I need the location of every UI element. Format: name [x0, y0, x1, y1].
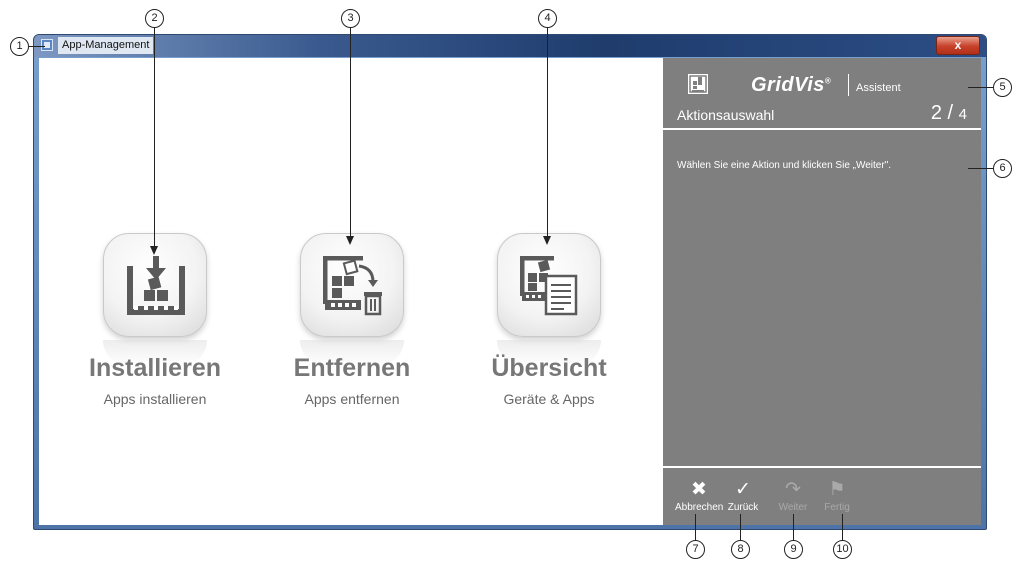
- header-divider: [663, 128, 981, 130]
- callout-5-line: [968, 87, 993, 88]
- callout-4-line: [547, 28, 548, 238]
- callout-7-line: [695, 514, 696, 540]
- footer-divider: [663, 466, 981, 468]
- callout-10-line: [842, 514, 843, 540]
- install-icon: [127, 256, 185, 315]
- overview-title[interactable]: Übersicht: [449, 354, 649, 383]
- step-current: 2: [930, 102, 942, 124]
- callout-3-arrowhead: [346, 236, 354, 245]
- brand-subtitle: Assistent: [856, 82, 901, 94]
- callout-6: 6: [993, 159, 1012, 178]
- title-bar[interactable]: App-Management x: [34, 35, 986, 57]
- callout-2-arrowhead: [150, 246, 158, 255]
- install-subtitle: Apps installieren: [103, 391, 207, 407]
- callout-7: 7: [686, 540, 705, 559]
- back-label: Zurück: [727, 502, 759, 513]
- finish-icon: ⚑: [828, 479, 846, 500]
- callout-6-line: [968, 168, 993, 169]
- remove-title[interactable]: Entfernen: [252, 354, 452, 383]
- next-button[interactable]: ↷ Weiter: [769, 478, 817, 513]
- callout-9: 9: [784, 540, 803, 559]
- brand-name: GridVis®: [751, 74, 831, 97]
- callout-8: 8: [731, 540, 750, 559]
- brand-separator: [848, 74, 849, 96]
- step-counter: 2 / 4: [930, 102, 967, 124]
- finish-button[interactable]: ⚑ Fertig: [813, 478, 861, 513]
- next-label: Weiter: [778, 502, 808, 513]
- gridvis-logo-icon: [688, 74, 708, 94]
- callout-3: 3: [341, 9, 360, 28]
- step-name: Aktionsauswahl: [677, 107, 775, 123]
- cancel-button[interactable]: ✖ Abbrechen: [675, 478, 723, 513]
- callout-5: 5: [993, 78, 1012, 97]
- cancel-label: Abbrechen: [675, 502, 724, 513]
- finish-label: Fertig: [824, 502, 850, 513]
- callout-9-line: [793, 514, 794, 540]
- back-button[interactable]: ✓ Zurück: [719, 478, 767, 513]
- window-content: Installieren Apps installieren Entfernen…: [39, 58, 981, 525]
- install-title[interactable]: Installieren: [55, 354, 255, 383]
- callout-8-line: [740, 514, 741, 540]
- remove-subtitle: Apps entfernen: [304, 391, 400, 407]
- brand-name-text: GridVis: [751, 74, 825, 96]
- callout-4-arrowhead: [543, 236, 551, 245]
- assistant-panel: GridVis® Assistent Aktionsauswahl 2 / 4 …: [663, 58, 981, 525]
- remove-tile-button[interactable]: [300, 233, 404, 337]
- brand-registered-mark: ®: [824, 76, 832, 86]
- overview-icon: [520, 256, 578, 316]
- next-icon: ↷: [785, 479, 801, 500]
- window-title: App-Management: [58, 37, 154, 54]
- remove-icon: [323, 256, 382, 316]
- cancel-icon: ✖: [691, 479, 707, 500]
- app-icon: [41, 39, 53, 51]
- callout-1: 1: [10, 37, 29, 56]
- callout-2-line: [154, 28, 155, 248]
- callout-10: 10: [833, 540, 852, 559]
- instruction-text: Wählen Sie eine Aktion und klicken Sie „…: [677, 160, 892, 171]
- step-total: 4: [958, 106, 967, 123]
- back-icon: ✓: [735, 479, 751, 500]
- app-window: App-Management x Installieren Apps insta…: [33, 34, 987, 530]
- close-button[interactable]: x: [936, 36, 980, 55]
- overview-subtitle: Geräte & Apps: [503, 391, 595, 407]
- callout-1-line: [29, 46, 45, 47]
- overview-tile-button[interactable]: [497, 233, 601, 337]
- callout-2: 2: [145, 9, 164, 28]
- callout-4: 4: [538, 9, 557, 28]
- callout-3-line: [350, 28, 351, 238]
